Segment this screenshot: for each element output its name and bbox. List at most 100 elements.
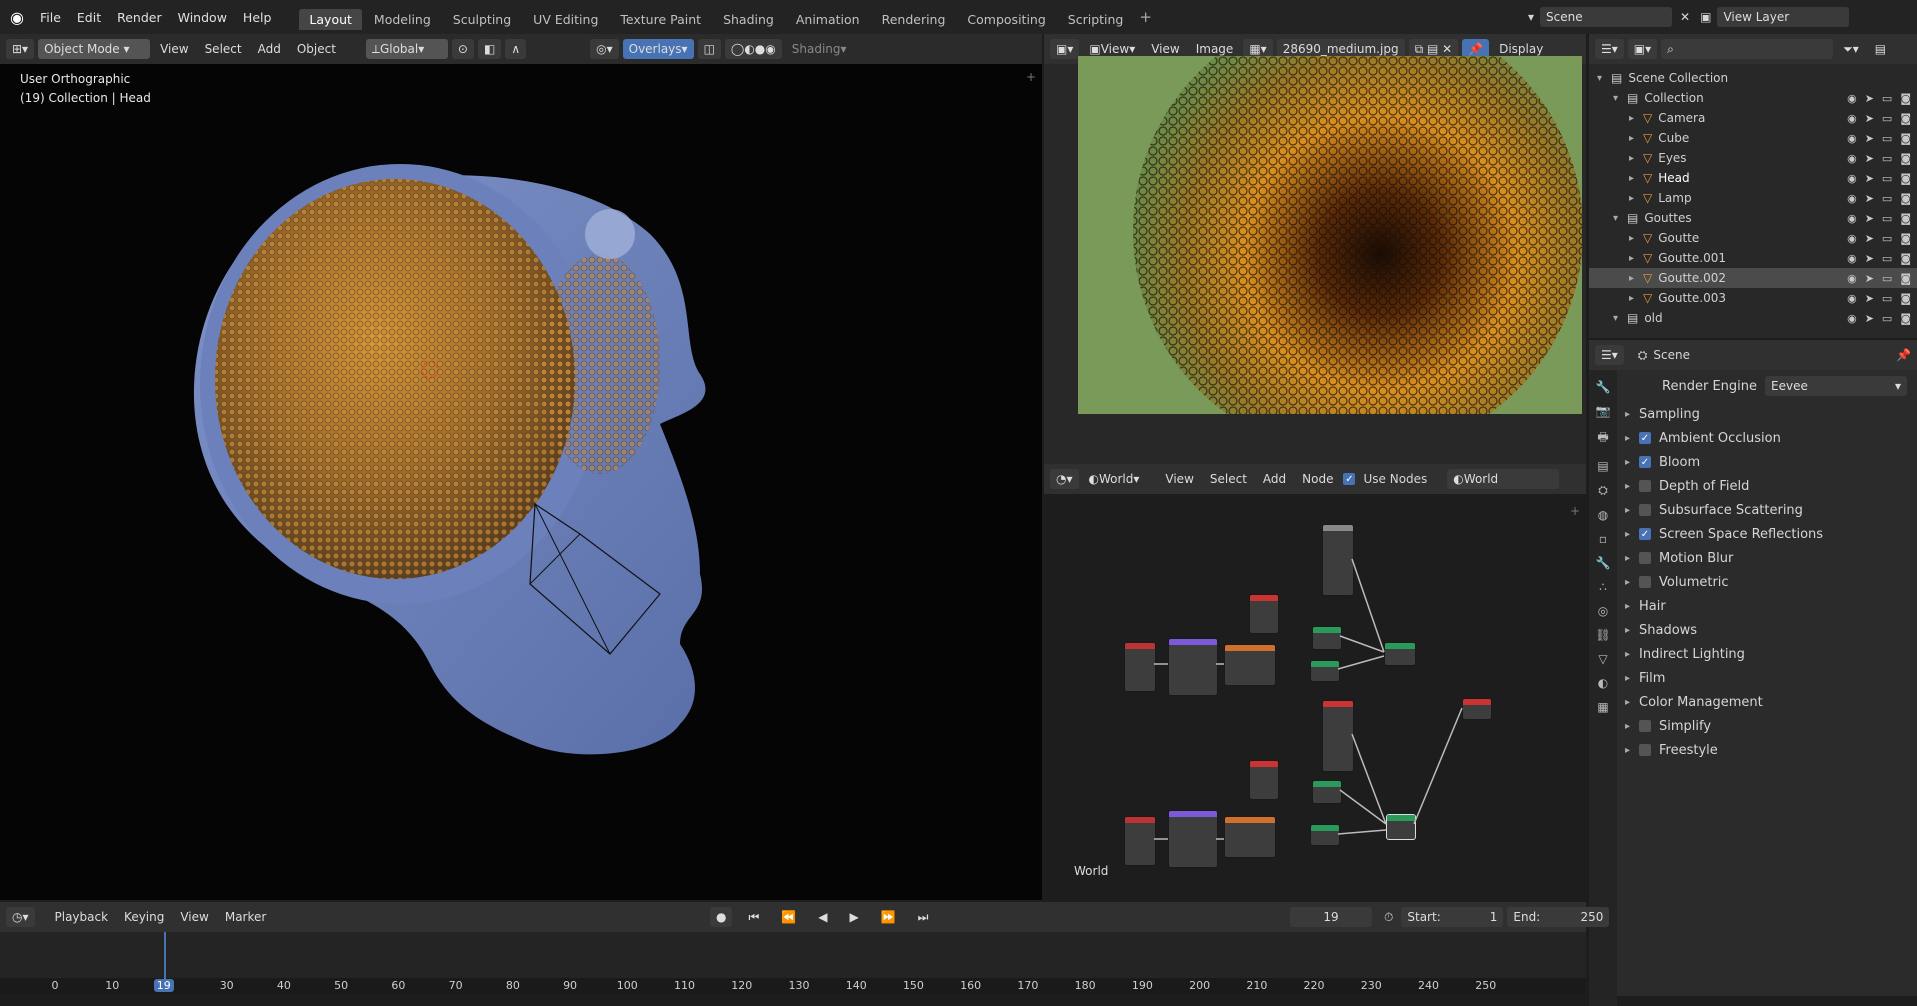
disclosure-triangle-icon[interactable]: ▸ [1625, 433, 1639, 444]
select-icon[interactable]: ➤ [1865, 212, 1874, 225]
transform-orientation-dropdown[interactable]: ⟂ Global ▾ [365, 39, 448, 59]
panel-freestyle[interactable]: ▸ Freestyle [1625, 738, 1911, 762]
disclosure-triangle-icon[interactable]: ▸ [1625, 745, 1639, 756]
viewport-icon[interactable]: ▭ [1882, 112, 1892, 125]
next-keyframe-icon[interactable]: ⏩ [875, 907, 902, 927]
display-mode-button[interactable]: ▣▾ [1627, 39, 1658, 59]
outliner-row[interactable]: ▸ ▽ Goutte.001 ◉ ➤ ▭ ◙ [1589, 248, 1917, 268]
texture-tab-icon[interactable]: ▦ [1597, 700, 1608, 714]
panel-checkbox[interactable]: ✓ [1639, 456, 1651, 468]
outliner-row[interactable]: ▸ ▽ Goutte ◉ ➤ ▭ ◙ [1589, 228, 1917, 248]
select-icon[interactable]: ➤ [1865, 312, 1874, 325]
material-tab-icon[interactable]: ◐ [1598, 676, 1608, 690]
play-reverse-icon[interactable]: ◀ [812, 907, 833, 927]
shading-dropdown[interactable]: Shading ▾ [786, 39, 853, 59]
viewport-icon[interactable]: ▭ [1882, 132, 1892, 145]
data-tab-icon[interactable]: ▽ [1598, 652, 1607, 666]
panel-ambient-occlusion[interactable]: ▸ ✓ Ambient Occlusion [1625, 426, 1911, 450]
tool-tab-icon[interactable]: 🔧 [1596, 380, 1611, 394]
disclosure-triangle-icon[interactable]: ▸ [1625, 673, 1639, 684]
panel-motion-blur[interactable]: ▸ Motion Blur [1625, 546, 1911, 570]
new-collection-icon[interactable]: ▤ [1869, 39, 1892, 59]
viewport-icon[interactable]: ▭ [1882, 192, 1892, 205]
editor-type-button[interactable]: ▣▾ [1050, 39, 1080, 59]
particles-tab-icon[interactable]: ∴ [1599, 580, 1607, 594]
tab-animation[interactable]: Animation [786, 9, 870, 30]
viewport-icon[interactable]: ▭ [1882, 232, 1892, 245]
render-icon[interactable]: ◙ [1900, 272, 1911, 285]
select-icon[interactable]: ➤ [1865, 132, 1874, 145]
prev-keyframe-icon[interactable]: ⏪ [775, 907, 802, 927]
editor-type-button[interactable]: ☰▾ [1595, 39, 1624, 59]
expand-icon[interactable]: ▸ [1629, 173, 1643, 184]
viewport-menu-select[interactable]: Select [199, 39, 248, 59]
expand-icon[interactable]: ▸ [1629, 153, 1643, 164]
select-icon[interactable]: ➤ [1865, 172, 1874, 185]
viewport-menu-object[interactable]: Object [291, 39, 342, 59]
disclosure-triangle-icon[interactable]: ▸ [1625, 457, 1639, 468]
3d-viewport[interactable]: ⊞▾ Object Mode ▾ View Select Add Object ⟂ G… [0, 34, 1042, 900]
panel-checkbox[interactable] [1639, 576, 1651, 588]
viewport-icon[interactable]: ▭ [1882, 292, 1892, 305]
jump-start-icon[interactable]: ⏮ [742, 907, 765, 927]
disclosure-triangle-icon[interactable]: ▸ [1625, 697, 1639, 708]
disclosure-triangle-icon[interactable]: ▾ [1613, 93, 1627, 104]
expand-icon[interactable]: ▸ [1629, 133, 1643, 144]
select-icon[interactable]: ➤ [1865, 92, 1874, 105]
eye-icon[interactable]: ◉ [1847, 212, 1857, 225]
search-input[interactable]: ⌕ [1661, 39, 1834, 59]
outliner-row[interactable]: ▸ ▽ Goutte.003 ◉ ➤ ▭ ◙ [1589, 288, 1917, 308]
render-icon[interactable]: ◙ [1900, 192, 1911, 205]
filter-icon[interactable]: ⏷▾ [1837, 39, 1865, 59]
outliner-row[interactable]: ▸ ▽ Head ◉ ➤ ▭ ◙ [1589, 168, 1917, 188]
play-icon[interactable]: ▶ [843, 907, 864, 927]
select-icon[interactable]: ➤ [1865, 152, 1874, 165]
eye-icon[interactable]: ◉ [1847, 172, 1857, 185]
render-engine-dropdown[interactable]: Eevee ▾ [1765, 376, 1907, 396]
render-icon[interactable]: ◙ [1900, 132, 1911, 145]
tab-shading[interactable]: Shading [713, 9, 784, 30]
outliner-row[interactable]: ▸ ▽ Cube ◉ ➤ ▭ ◙ [1589, 128, 1917, 148]
expand-icon[interactable]: ▸ [1629, 293, 1643, 304]
view-layer-field[interactable]: View Layer [1717, 7, 1850, 27]
render-icon[interactable]: ◙ [1900, 292, 1911, 305]
timeline-track[interactable] [0, 932, 1586, 982]
outliner-row[interactable]: ▾ ▤ Scene Collection [1589, 68, 1917, 88]
select-icon[interactable]: ➤ [1865, 252, 1874, 265]
panel-bloom[interactable]: ▸ ✓ Bloom [1625, 450, 1911, 474]
panel-checkbox[interactable] [1639, 480, 1651, 492]
disclosure-triangle-icon[interactable]: ▾ [1613, 313, 1627, 324]
output-tab-icon[interactable]: 🖶 [1597, 428, 1608, 449]
expand-icon[interactable]: ▸ [1629, 273, 1643, 284]
viewport-icon[interactable]: ▭ [1882, 312, 1892, 325]
render-icon[interactable]: ◙ [1900, 312, 1911, 325]
close-icon[interactable]: ✕ [1680, 10, 1690, 24]
menu-edit[interactable]: Edit [69, 10, 109, 25]
outliner-row[interactable]: ▸ ▽ Lamp ◉ ➤ ▭ ◙ [1589, 188, 1917, 208]
current-frame-field[interactable]: 19 [1290, 907, 1372, 927]
start-frame-field[interactable]: Start: 1 [1401, 907, 1504, 927]
disclosure-triangle-icon[interactable]: ▸ [1625, 601, 1639, 612]
outliner-row[interactable]: ▸ ▽ Eyes ◉ ➤ ▭ ◙ [1589, 148, 1917, 168]
timeline-menu-keying[interactable]: Keying [118, 907, 170, 927]
tab-uv-editing[interactable]: UV Editing [523, 9, 608, 30]
scene-field[interactable]: Scene [1540, 7, 1673, 27]
panel-volumetric[interactable]: ▸ Volumetric [1625, 570, 1911, 594]
mode-dropdown[interactable]: Object Mode ▾ [38, 39, 151, 59]
render-icon[interactable]: ◙ [1900, 212, 1911, 225]
scene-tab-icon[interactable]: ⛭ [1598, 483, 1608, 498]
render-icon[interactable]: ◙ [1900, 92, 1911, 105]
viewport-icon[interactable]: ▭ [1882, 252, 1892, 265]
panel-shadows[interactable]: ▸ Shadows [1625, 618, 1911, 642]
outliner-row[interactable]: ▾ ▤ old ◉ ➤ ▭ ◙ [1589, 308, 1917, 328]
disclosure-triangle-icon[interactable]: ▸ [1625, 649, 1639, 660]
render-icon[interactable]: ◙ [1900, 252, 1911, 265]
editor-type-button[interactable]: ◷▾ [6, 907, 35, 927]
tab-compositing[interactable]: Compositing [957, 9, 1055, 30]
constraints-tab-icon[interactable]: ⛓ [1595, 628, 1610, 642]
playhead[interactable] [164, 932, 166, 982]
panel-checkbox[interactable] [1639, 504, 1651, 516]
view-layer-tab-icon[interactable]: ▤ [1597, 459, 1608, 473]
view-layer-icon[interactable]: ▣ [1700, 10, 1711, 24]
render-icon[interactable]: ◙ [1900, 172, 1911, 185]
